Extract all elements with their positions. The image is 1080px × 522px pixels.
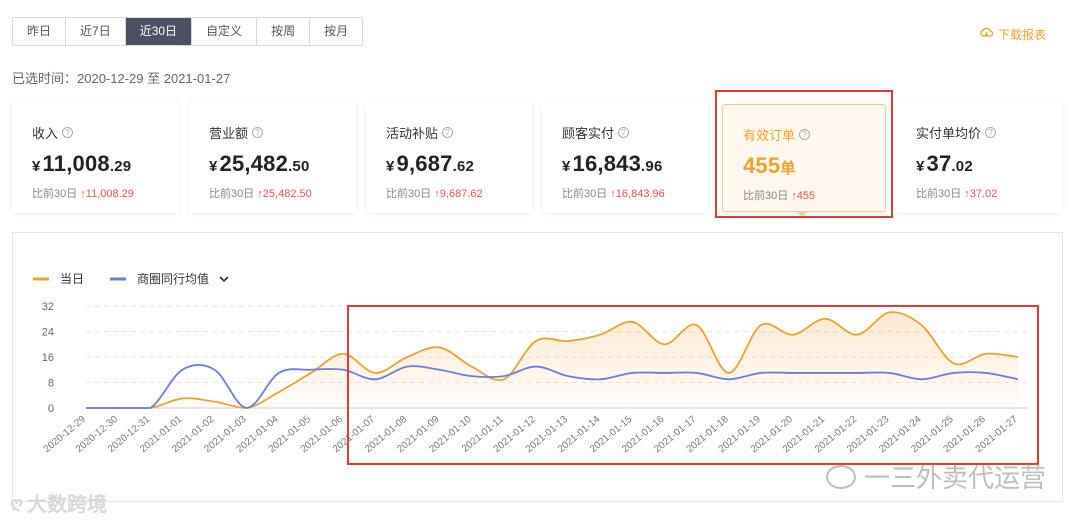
metric-compare: 比前30日 ↑25,482.50 xyxy=(209,188,312,200)
y-tick-label: 0 xyxy=(48,403,54,415)
watermark-right: 一三外卖代运营 xyxy=(825,458,1046,495)
watermark-right-text: 一三外卖代运营 xyxy=(863,463,1046,493)
metric-card[interactable]: 活动补贴? ¥9,687.62 比前30日 ↑9,687.62 xyxy=(366,103,532,213)
metric-title: 收入? xyxy=(32,123,179,142)
metric-title: 实付单均价? xyxy=(916,123,1062,142)
metric-title-text: 收入 xyxy=(32,126,59,141)
chevron-down-icon xyxy=(219,276,229,283)
metric-title-text: 顾客实付 xyxy=(562,126,615,141)
metric-compare: 比前30日 ↑16,843.96 xyxy=(562,188,665,200)
tab-4[interactable]: 按周 xyxy=(257,18,311,45)
metric-card[interactable]: 实付单均价? ¥37.02 比前30日 ↑37.02 xyxy=(896,103,1062,213)
metric-compare: 比前30日 ↑9,687.62 xyxy=(386,188,483,200)
y-tick-label: 32 xyxy=(42,301,54,313)
series-area-0 xyxy=(86,312,1018,408)
metric-value: ¥25,482.50 xyxy=(209,151,310,176)
arrow-up-icon: ↑37.02 xyxy=(964,188,998,200)
metric-value: ¥16,843.96 xyxy=(562,151,663,176)
tab-1[interactable]: 近7日 xyxy=(66,18,126,45)
y-tick-label: 24 xyxy=(42,327,54,339)
download-report-button[interactable]: 下载报表 xyxy=(980,26,1046,43)
metric-title-text: 实付单均价 xyxy=(916,126,982,141)
legend-label: 当日 xyxy=(60,272,84,286)
weibo-icon: ღ xyxy=(10,494,24,512)
watermark-left: ღ 大数跨境 xyxy=(10,488,107,517)
download-report-label: 下载报表 xyxy=(997,28,1046,42)
tab-0[interactable]: 昨日 xyxy=(13,18,67,45)
metric-compare: 比前30日 ↑11,008.29 xyxy=(32,188,134,200)
help-icon[interactable]: ? xyxy=(799,129,811,140)
metric-compare: 比前30日 ↑455 xyxy=(743,190,816,202)
arrow-up-icon: ↑11,008.29 xyxy=(80,188,134,200)
help-icon[interactable]: ? xyxy=(252,127,264,138)
metric-value: ¥11,008.29 xyxy=(32,151,132,176)
metric-title-text: 有效订单 xyxy=(743,128,796,143)
period-tabs: 昨日 近7日 近30日 自定义 按周 按月 xyxy=(12,17,364,46)
tab-3[interactable]: 自定义 xyxy=(192,18,258,45)
metric-card[interactable]: 营业额? ¥25,482.50 比前30日 ↑25,482.50 xyxy=(189,103,356,213)
metric-compare: 比前30日 ↑37.02 xyxy=(916,188,998,200)
y-tick-label: 16 xyxy=(42,352,54,364)
selected-date-range: 已选时间：2020-12-29 至 2021-01-27 xyxy=(12,71,231,86)
metric-value: ¥37.02 xyxy=(916,151,973,176)
legend-label: 商圈同行均值 xyxy=(137,271,209,286)
cloud-download-icon xyxy=(980,27,994,42)
watermark-left-text: 大数跨境 xyxy=(27,494,108,516)
metric-card[interactable]: 有效订单? 455单比前30日 ↑455 xyxy=(722,104,886,212)
tab-2[interactable]: 近30日 xyxy=(125,18,193,45)
metric-title: 顾客实付? xyxy=(562,123,708,142)
help-icon[interactable]: ? xyxy=(618,127,630,138)
card-pointer xyxy=(796,211,808,217)
wechat-icon xyxy=(825,464,856,489)
metric-title: 活动补贴? xyxy=(386,123,532,142)
metric-title-text: 活动补贴 xyxy=(386,126,439,141)
help-icon[interactable]: ? xyxy=(442,127,454,138)
arrow-up-icon: ↑9,687.62 xyxy=(434,188,483,200)
help-icon[interactable]: ? xyxy=(985,127,997,138)
metric-value: 455单 xyxy=(743,153,796,178)
arrow-up-icon: ↑455 xyxy=(791,190,816,202)
metric-card[interactable]: 收入? ¥11,008.29 比前30日 ↑11,008.29 xyxy=(12,103,179,213)
help-icon[interactable]: ? xyxy=(62,127,74,138)
metric-title-text: 营业额 xyxy=(209,126,249,141)
tab-5[interactable]: 按月 xyxy=(310,18,363,45)
metric-card[interactable]: 顾客实付? ¥16,843.96 比前30日 ↑16,843.96 xyxy=(542,103,708,213)
arrow-up-icon: ↑25,482.50 xyxy=(257,188,312,200)
metric-value: ¥9,687.62 xyxy=(386,151,475,176)
arrow-up-icon: ↑16,843.96 xyxy=(610,188,665,200)
y-tick-label: 8 xyxy=(48,378,54,390)
metric-title: 营业额? xyxy=(209,123,356,142)
metric-title: 有效订单? xyxy=(743,125,885,144)
